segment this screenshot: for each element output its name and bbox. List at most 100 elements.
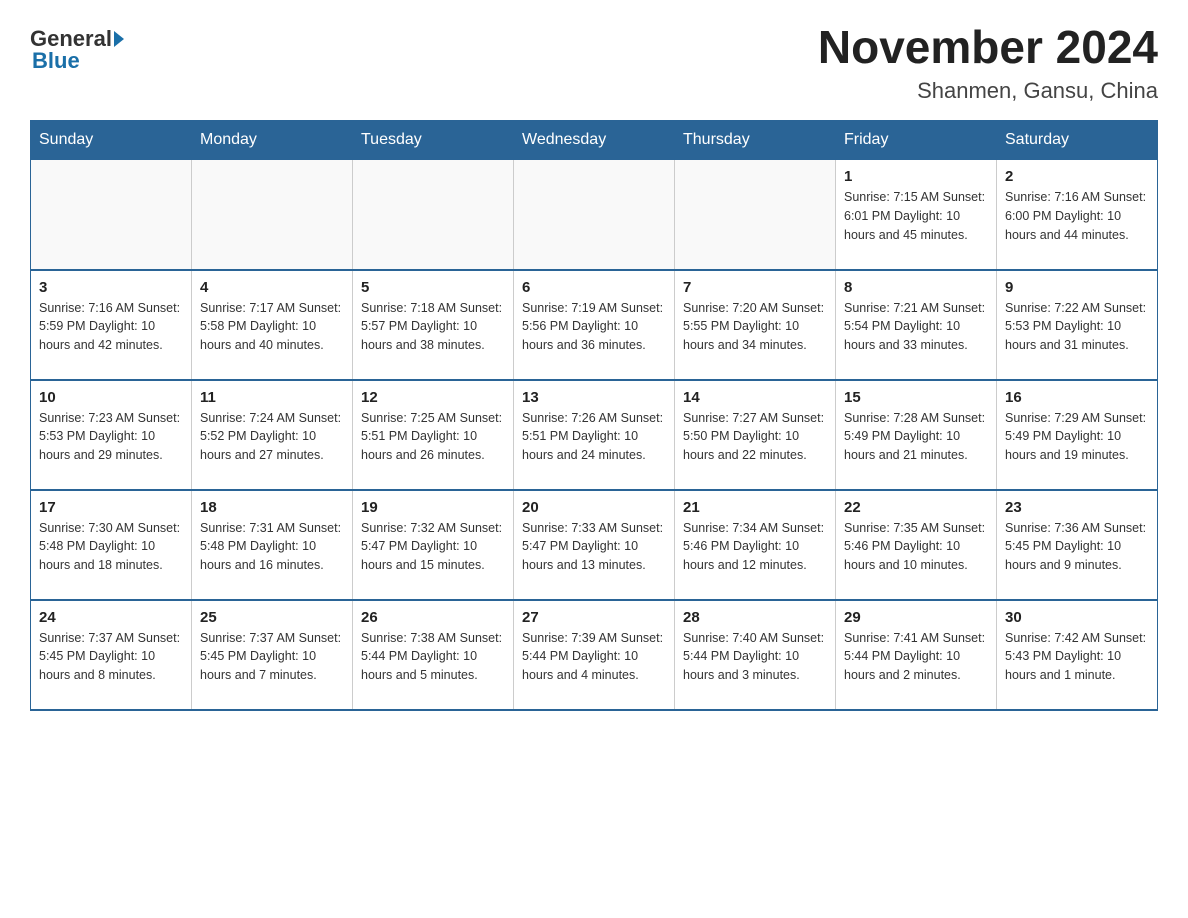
day-info: Sunrise: 7:34 AM Sunset: 5:46 PM Dayligh… bbox=[683, 519, 827, 575]
day-number: 3 bbox=[39, 279, 183, 296]
day-info: Sunrise: 7:39 AM Sunset: 5:44 PM Dayligh… bbox=[522, 629, 666, 685]
calendar-cell: 7 Sunrise: 7:20 AM Sunset: 5:55 PM Daylig… bbox=[675, 270, 836, 380]
calendar-header-row: SundayMondayTuesdayWednesdayThursdayFrid… bbox=[31, 121, 1158, 160]
calendar-week-row: 1 Sunrise: 7:15 AM Sunset: 6:01 PM Daylig… bbox=[31, 160, 1158, 270]
calendar-cell: 13 Sunrise: 7:26 AM Sunset: 5:51 PM Dayli… bbox=[514, 380, 675, 490]
calendar-title: November 2024 bbox=[818, 20, 1158, 74]
day-info: Sunrise: 7:18 AM Sunset: 5:57 PM Dayligh… bbox=[361, 299, 505, 355]
calendar-cell: 19 Sunrise: 7:32 AM Sunset: 5:47 PM Dayli… bbox=[353, 490, 514, 600]
page-header: General Blue November 2024 Shanmen, Gans… bbox=[30, 20, 1158, 104]
day-info: Sunrise: 7:21 AM Sunset: 5:54 PM Dayligh… bbox=[844, 299, 988, 355]
calendar-cell: 15 Sunrise: 7:28 AM Sunset: 5:49 PM Dayli… bbox=[836, 380, 997, 490]
day-info: Sunrise: 7:20 AM Sunset: 5:55 PM Dayligh… bbox=[683, 299, 827, 355]
day-info: Sunrise: 7:26 AM Sunset: 5:51 PM Dayligh… bbox=[522, 409, 666, 465]
header-sunday: Sunday bbox=[31, 121, 192, 160]
day-number: 5 bbox=[361, 279, 505, 296]
calendar-cell: 4 Sunrise: 7:17 AM Sunset: 5:58 PM Daylig… bbox=[192, 270, 353, 380]
day-info: Sunrise: 7:16 AM Sunset: 6:00 PM Dayligh… bbox=[1005, 188, 1149, 244]
day-number: 23 bbox=[1005, 499, 1149, 516]
day-info: Sunrise: 7:23 AM Sunset: 5:53 PM Dayligh… bbox=[39, 409, 183, 465]
day-number: 16 bbox=[1005, 389, 1149, 406]
header-friday: Friday bbox=[836, 121, 997, 160]
calendar-cell: 30Sunrise: 7:42 AM Sunset: 5:43 PM Dayli… bbox=[997, 600, 1158, 710]
day-number: 4 bbox=[200, 279, 344, 296]
day-number: 8 bbox=[844, 279, 988, 296]
calendar-cell bbox=[31, 160, 192, 270]
calendar-cell: 8 Sunrise: 7:21 AM Sunset: 5:54 PM Daylig… bbox=[836, 270, 997, 380]
day-number: 29 bbox=[844, 609, 988, 626]
calendar-cell bbox=[514, 160, 675, 270]
calendar-cell: 29 Sunrise: 7:41 AM Sunset: 5:44 PM Dayli… bbox=[836, 600, 997, 710]
day-info: Sunrise: 7:41 AM Sunset: 5:44 PM Dayligh… bbox=[844, 629, 988, 685]
day-number: 6 bbox=[522, 279, 666, 296]
header-tuesday: Tuesday bbox=[353, 121, 514, 160]
day-number: 2 bbox=[1005, 168, 1149, 185]
day-number: 7 bbox=[683, 279, 827, 296]
day-number: 11 bbox=[200, 389, 344, 406]
calendar-week-row: 10 Sunrise: 7:23 AM Sunset: 5:53 PM Dayli… bbox=[31, 380, 1158, 490]
day-number: 19 bbox=[361, 499, 505, 516]
day-info: Sunrise: 7:37 AM Sunset: 5:45 PM Dayligh… bbox=[200, 629, 344, 685]
calendar-cell bbox=[353, 160, 514, 270]
calendar-cell: 21 Sunrise: 7:34 AM Sunset: 5:46 PM Dayli… bbox=[675, 490, 836, 600]
calendar-cell: 27 Sunrise: 7:39 AM Sunset: 5:44 PM Dayli… bbox=[514, 600, 675, 710]
calendar-week-row: 3Sunrise: 7:16 AM Sunset: 5:59 PM Daylig… bbox=[31, 270, 1158, 380]
calendar-cell: 6Sunrise: 7:19 AM Sunset: 5:56 PM Daylig… bbox=[514, 270, 675, 380]
calendar-cell: 12 Sunrise: 7:25 AM Sunset: 5:51 PM Dayli… bbox=[353, 380, 514, 490]
day-number: 1 bbox=[844, 168, 988, 185]
day-info: Sunrise: 7:27 AM Sunset: 5:50 PM Dayligh… bbox=[683, 409, 827, 465]
calendar-cell: 9 Sunrise: 7:22 AM Sunset: 5:53 PM Daylig… bbox=[997, 270, 1158, 380]
calendar-cell: 11 Sunrise: 7:24 AM Sunset: 5:52 PM Dayli… bbox=[192, 380, 353, 490]
calendar-cell: 28Sunrise: 7:40 AM Sunset: 5:44 PM Dayli… bbox=[675, 600, 836, 710]
day-info: Sunrise: 7:42 AM Sunset: 5:43 PM Dayligh… bbox=[1005, 629, 1149, 685]
day-number: 24 bbox=[39, 609, 183, 626]
calendar-cell: 14 Sunrise: 7:27 AM Sunset: 5:50 PM Dayli… bbox=[675, 380, 836, 490]
day-number: 10 bbox=[39, 389, 183, 406]
day-number: 12 bbox=[361, 389, 505, 406]
day-info: Sunrise: 7:15 AM Sunset: 6:01 PM Dayligh… bbox=[844, 188, 988, 244]
day-info: Sunrise: 7:40 AM Sunset: 5:44 PM Dayligh… bbox=[683, 629, 827, 685]
day-number: 20 bbox=[522, 499, 666, 516]
day-number: 27 bbox=[522, 609, 666, 626]
title-area: November 2024 Shanmen, Gansu, China bbox=[818, 20, 1158, 104]
calendar-cell: 2 Sunrise: 7:16 AM Sunset: 6:00 PM Daylig… bbox=[997, 160, 1158, 270]
day-info: Sunrise: 7:17 AM Sunset: 5:58 PM Dayligh… bbox=[200, 299, 344, 355]
logo-arrow-icon bbox=[114, 31, 124, 47]
calendar-cell: 1 Sunrise: 7:15 AM Sunset: 6:01 PM Daylig… bbox=[836, 160, 997, 270]
calendar-subtitle: Shanmen, Gansu, China bbox=[818, 78, 1158, 104]
header-thursday: Thursday bbox=[675, 121, 836, 160]
calendar-cell: 24 Sunrise: 7:37 AM Sunset: 5:45 PM Dayli… bbox=[31, 600, 192, 710]
day-number: 13 bbox=[522, 389, 666, 406]
day-info: Sunrise: 7:31 AM Sunset: 5:48 PM Dayligh… bbox=[200, 519, 344, 575]
day-info: Sunrise: 7:22 AM Sunset: 5:53 PM Dayligh… bbox=[1005, 299, 1149, 355]
day-info: Sunrise: 7:37 AM Sunset: 5:45 PM Dayligh… bbox=[39, 629, 183, 685]
day-number: 22 bbox=[844, 499, 988, 516]
header-wednesday: Wednesday bbox=[514, 121, 675, 160]
calendar-cell: 23 Sunrise: 7:36 AM Sunset: 5:45 PM Dayli… bbox=[997, 490, 1158, 600]
calendar-cell: 10 Sunrise: 7:23 AM Sunset: 5:53 PM Dayli… bbox=[31, 380, 192, 490]
calendar-cell: 25 Sunrise: 7:37 AM Sunset: 5:45 PM Dayli… bbox=[192, 600, 353, 710]
day-info: Sunrise: 7:25 AM Sunset: 5:51 PM Dayligh… bbox=[361, 409, 505, 465]
calendar-week-row: 17Sunrise: 7:30 AM Sunset: 5:48 PM Dayli… bbox=[31, 490, 1158, 600]
day-info: Sunrise: 7:32 AM Sunset: 5:47 PM Dayligh… bbox=[361, 519, 505, 575]
calendar-cell bbox=[192, 160, 353, 270]
calendar-cell: 18 Sunrise: 7:31 AM Sunset: 5:48 PM Dayli… bbox=[192, 490, 353, 600]
day-number: 14 bbox=[683, 389, 827, 406]
day-info: Sunrise: 7:36 AM Sunset: 5:45 PM Dayligh… bbox=[1005, 519, 1149, 575]
calendar-cell bbox=[675, 160, 836, 270]
calendar-cell: 22Sunrise: 7:35 AM Sunset: 5:46 PM Dayli… bbox=[836, 490, 997, 600]
calendar-cell: 17Sunrise: 7:30 AM Sunset: 5:48 PM Dayli… bbox=[31, 490, 192, 600]
logo: General Blue bbox=[30, 20, 126, 74]
day-info: Sunrise: 7:24 AM Sunset: 5:52 PM Dayligh… bbox=[200, 409, 344, 465]
day-number: 25 bbox=[200, 609, 344, 626]
calendar-table: SundayMondayTuesdayWednesdayThursdayFrid… bbox=[30, 120, 1158, 711]
calendar-cell: 26Sunrise: 7:38 AM Sunset: 5:44 PM Dayli… bbox=[353, 600, 514, 710]
calendar-cell: 20Sunrise: 7:33 AM Sunset: 5:47 PM Dayli… bbox=[514, 490, 675, 600]
day-number: 15 bbox=[844, 389, 988, 406]
header-saturday: Saturday bbox=[997, 121, 1158, 160]
day-info: Sunrise: 7:28 AM Sunset: 5:49 PM Dayligh… bbox=[844, 409, 988, 465]
day-number: 21 bbox=[683, 499, 827, 516]
day-number: 18 bbox=[200, 499, 344, 516]
day-info: Sunrise: 7:29 AM Sunset: 5:49 PM Dayligh… bbox=[1005, 409, 1149, 465]
day-number: 9 bbox=[1005, 279, 1149, 296]
